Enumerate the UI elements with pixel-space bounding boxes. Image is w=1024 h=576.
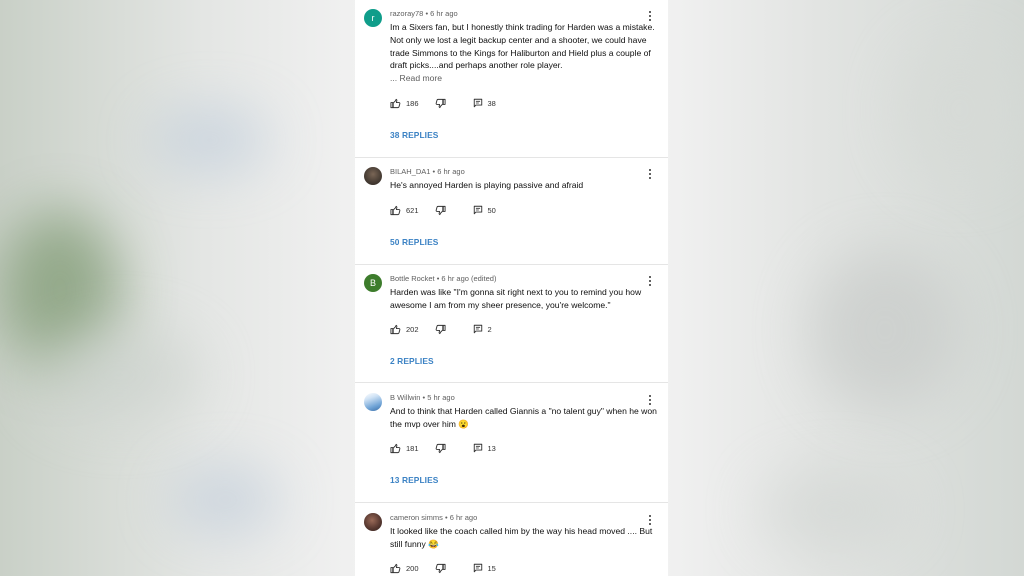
reply-button[interactable]: 15 [473, 563, 496, 573]
read-more-link[interactable]: ... Read more [390, 73, 442, 83]
avatar-letter: B [369, 278, 376, 288]
view-replies-button[interactable]: 38 REPLIES [390, 130, 438, 140]
like-button[interactable]: 181 [390, 443, 419, 454]
like-button[interactable]: 200 [390, 563, 419, 574]
comment-meta: B Willwin • 5 hr ago [390, 393, 455, 402]
comment-meta: BILAH_DA1 • 6 hr ago [390, 167, 465, 176]
avatar[interactable] [364, 167, 382, 185]
thumbs-up-icon [390, 324, 401, 334]
comment-actions: 186 38 [390, 96, 496, 110]
comment-time: 6 hr ago (edited) [441, 274, 497, 283]
comment-time: 6 hr ago [449, 513, 478, 522]
reply-count: 13 [487, 443, 496, 453]
comment-meta: razoray78 • 6 hr ago [390, 9, 458, 18]
comment-body: Harden was like "I'm gonna sit right nex… [390, 287, 642, 310]
reply-button[interactable]: 13 [473, 443, 496, 453]
reply-count: 2 [487, 324, 492, 334]
dislike-button[interactable] [435, 563, 446, 574]
comment-time: 6 hr ago [430, 9, 458, 18]
dislike-button[interactable] [435, 98, 446, 109]
thumbs-down-icon [435, 98, 446, 108]
comment-author[interactable]: Bottle Rocket [390, 274, 435, 283]
reply-button[interactable]: 38 [473, 98, 496, 108]
comment-text: It looked like the coach called him by t… [390, 525, 658, 551]
like-button[interactable]: 621 [390, 205, 419, 216]
dislike-button[interactable] [435, 324, 446, 335]
dislike-button[interactable] [435, 443, 446, 454]
comment-text: Harden was like "I'm gonna sit right nex… [390, 286, 658, 312]
like-count: 186 [406, 98, 419, 108]
thumbs-down-icon [435, 324, 446, 334]
thumbs-up-icon [390, 563, 401, 573]
like-button[interactable]: 186 [390, 98, 419, 109]
comment-reply-icon [473, 563, 482, 573]
comment-text: Im a Sixers fan, but I honestly think tr… [390, 21, 658, 85]
comment-body: And to think that Harden called Giannis … [390, 406, 657, 429]
comment-reply-icon [473, 443, 482, 453]
reply-count: 38 [487, 98, 496, 108]
comment-time: 6 hr ago [437, 167, 465, 176]
avatar[interactable]: r [364, 9, 382, 27]
comment-item: cameron simms • 6 hr ago It looked like … [355, 504, 668, 576]
dislike-button[interactable] [435, 205, 446, 216]
comment-meta: cameron simms • 6 hr ago [390, 513, 478, 522]
comment-author[interactable]: razoray78 [390, 9, 423, 18]
thumbs-up-icon [390, 205, 401, 215]
like-count: 200 [406, 563, 419, 573]
reply-count: 15 [487, 563, 496, 573]
comment-author[interactable]: cameron simms [390, 513, 443, 522]
thumbs-up-icon [390, 443, 401, 453]
like-count: 621 [406, 205, 419, 215]
comment-meta: Bottle Rocket • 6 hr ago (edited) [390, 274, 497, 283]
comment-item: B Willwin • 5 hr ago And to think that H… [355, 384, 668, 503]
reply-button[interactable]: 50 [473, 205, 496, 215]
reply-count: 50 [487, 205, 496, 215]
thumbs-down-icon [435, 443, 446, 453]
comment-reply-icon [473, 98, 482, 108]
comment-actions: 202 2 [390, 322, 492, 336]
comment-item: r razoray78 • 6 hr ago Im a Sixers fan, … [355, 0, 668, 158]
thumbs-up-icon [390, 98, 401, 108]
comment-text: And to think that Harden called Giannis … [390, 405, 658, 431]
avatar-letter: r [371, 13, 375, 23]
reply-button[interactable]: 2 [473, 324, 492, 334]
comment-actions: 200 15 [390, 561, 496, 575]
comment-text: He's annoyed Harden is playing passive a… [390, 179, 658, 192]
comment-body: It looked like the coach called him by t… [390, 526, 653, 549]
comments-panel: r razoray78 • 6 hr ago Im a Sixers fan, … [355, 0, 668, 576]
comment-actions: 621 50 [390, 203, 496, 217]
avatar[interactable] [364, 513, 382, 531]
view-replies-button[interactable]: 13 REPLIES [390, 475, 438, 485]
like-count: 181 [406, 443, 419, 453]
comment-item: BILAH_DA1 • 6 hr ago He's annoyed Harden… [355, 158, 668, 265]
comment-author[interactable]: BILAH_DA1 [390, 167, 430, 176]
like-count: 202 [406, 324, 419, 334]
comment-body: Im a Sixers fan, but I honestly think tr… [390, 22, 655, 71]
view-replies-button[interactable]: 50 REPLIES [390, 237, 438, 247]
avatar[interactable]: B [364, 274, 382, 292]
thumbs-down-icon [435, 563, 446, 573]
like-button[interactable]: 202 [390, 324, 419, 335]
comment-reply-icon [473, 205, 482, 215]
comment-author[interactable]: B Willwin [390, 393, 420, 402]
comment-actions: 181 13 [390, 441, 496, 455]
comment-reply-icon [473, 324, 482, 334]
view-replies-button[interactable]: 2 REPLIES [390, 356, 434, 366]
avatar[interactable] [364, 393, 382, 411]
thumbs-down-icon [435, 205, 446, 215]
comment-time: 5 hr ago [427, 393, 455, 402]
comment-item: B Bottle Rocket • 6 hr ago (edited) Hard… [355, 265, 668, 383]
comment-body: He's annoyed Harden is playing passive a… [390, 180, 584, 190]
